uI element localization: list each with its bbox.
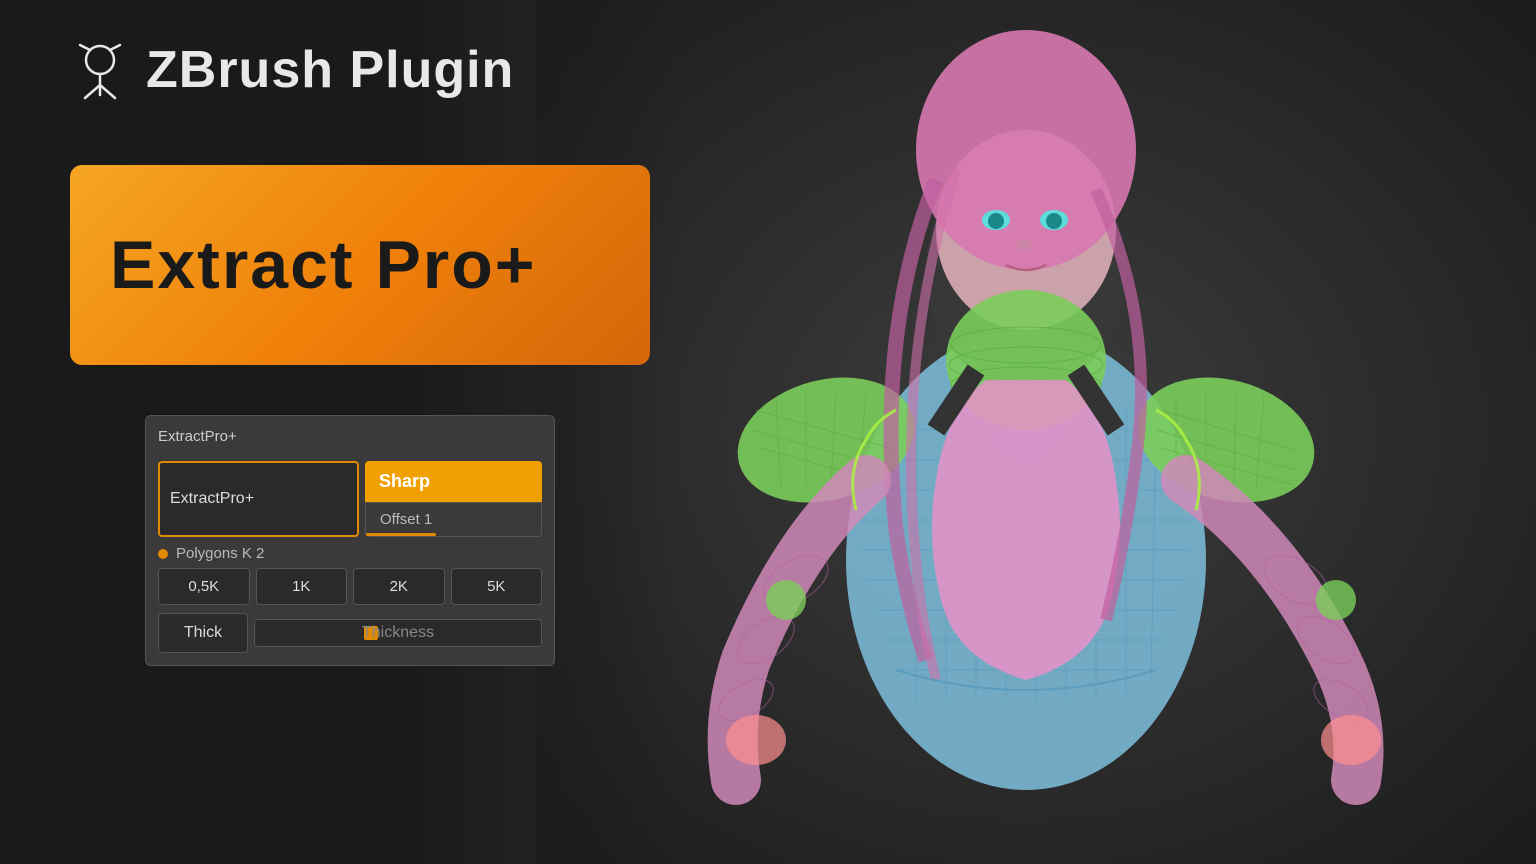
- offset-button[interactable]: Offset 1: [365, 502, 542, 537]
- thick-button[interactable]: Thick: [158, 613, 248, 653]
- poly-btn-0[interactable]: 0,5K: [158, 568, 250, 605]
- extract-banner: Extract Pro+: [70, 165, 650, 365]
- polygons-label: Polygons K 2: [158, 545, 542, 562]
- thickness-track[interactable]: [254, 619, 542, 647]
- thickness-fill: [255, 620, 369, 646]
- polygons-dot: [158, 549, 168, 559]
- sharp-button[interactable]: Sharp: [365, 461, 542, 502]
- thickness-knob[interactable]: [364, 626, 378, 640]
- extractpro-button[interactable]: ExtractPro+: [158, 461, 359, 537]
- poly-btn-2[interactable]: 2K: [353, 568, 445, 605]
- logo-area: ZBrush Plugin: [70, 40, 514, 100]
- plugin-panel: ExtractPro+ ExtractPro+ Sharp Offset 1 P…: [145, 415, 555, 666]
- poly-btn-3[interactable]: 5K: [451, 568, 543, 605]
- panel-row-1: ExtractPro+ Sharp Offset 1: [158, 461, 542, 537]
- offset-slider: [366, 533, 436, 536]
- poly-buttons-row: 0,5K 1K 2K 5K: [158, 568, 542, 605]
- banner-text: Extract Pro+: [110, 226, 537, 304]
- logo-text: ZBrush Plugin: [146, 40, 514, 100]
- thickness-slider-container[interactable]: Thickness: [254, 619, 542, 647]
- background-character: [536, 0, 1536, 864]
- zbrush-logo-icon: [70, 40, 130, 100]
- right-buttons: Sharp Offset 1: [365, 461, 542, 537]
- poly-btn-1[interactable]: 1K: [256, 568, 348, 605]
- thick-row: Thick Thickness: [158, 613, 542, 653]
- character-svg: [536, 0, 1536, 864]
- panel-title: ExtractPro+: [158, 428, 542, 451]
